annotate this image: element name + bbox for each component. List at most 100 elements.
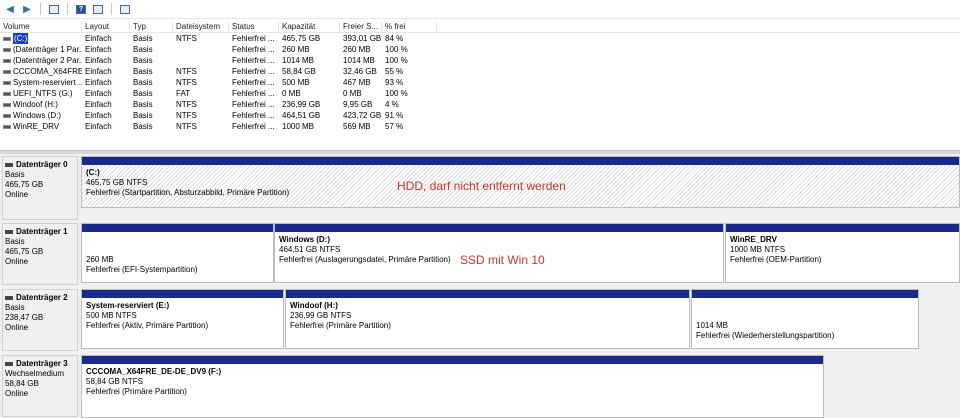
dateisystem-cell: NTFS xyxy=(176,78,197,87)
column-header-volume[interactable]: Volume xyxy=(0,22,82,32)
properties-icon[interactable] xyxy=(47,2,61,16)
volume-row[interactable]: Windoof (H:) Einfach Basis NTFS Fehlerfrei .… xyxy=(0,99,960,110)
dateisystem-cell xyxy=(173,55,229,66)
toolbar-separator xyxy=(111,3,112,15)
volume-row[interactable]: (Datenträger 1 Par... Einfach Basis Fehlerf… xyxy=(0,44,960,55)
kapazitaet-cell: 1014 MB xyxy=(282,56,315,65)
volume-rows: (C:) Einfach Basis NTFS Fehlerfrei ... 465,75… xyxy=(0,33,960,132)
partition-system-reserved[interactable]: System-reserviert (E:) 500 MB NTFS Fehle… xyxy=(81,289,284,349)
partition-title xyxy=(86,235,269,245)
status-cell: Fehlerfrei ... xyxy=(232,111,275,120)
disk-0-info[interactable]: Datenträger 0 Basis 465,75 GB Online xyxy=(2,156,78,220)
partition-title: System-reserviert (E:) xyxy=(86,301,170,310)
status-cell: Fehlerfrei ... xyxy=(232,34,275,43)
column-header-typ[interactable]: Typ xyxy=(130,22,173,32)
back-icon[interactable]: ◀ xyxy=(3,2,17,16)
prozent-frei-cell: 100 % xyxy=(385,45,408,54)
disk-3-info[interactable]: Datenträger 3 Wechselmedium 58,84 GB Onl… xyxy=(2,355,78,417)
volume-row[interactable]: Windows (D:) Einfach Basis NTFS Fehlerfrei .… xyxy=(0,110,960,121)
help-icon[interactable]: ? xyxy=(74,2,88,16)
kapazitaet-cell: 464,51 GB xyxy=(282,111,321,120)
disk-map: Datenträger 0 Basis 465,75 GB Online (C:… xyxy=(0,154,960,418)
layout-cell: Einfach xyxy=(85,111,112,120)
status-cell: Fehlerfrei ... xyxy=(232,56,275,65)
status-cell: Fehlerfrei ... xyxy=(232,100,275,109)
disk-1-info[interactable]: Datenträger 1 Basis 465,75 GB Online xyxy=(2,223,78,285)
dateisystem-cell: NTFS xyxy=(176,34,197,43)
dateisystem-cell: NTFS xyxy=(176,100,197,109)
volume-name: WinRE_DRV xyxy=(0,121,82,132)
volume-name: (Datenträger 2 Par... xyxy=(0,55,82,66)
partition-windoof-h[interactable]: Windoof (H:) 236,99 GB NTFS Fehlerfrei (… xyxy=(285,289,690,349)
volume-row[interactable]: WinRE_DRV Einfach Basis NTFS Fehlerfrei ... 1… xyxy=(0,121,960,132)
typ-cell: Basis xyxy=(133,34,153,43)
partition-size: 260 MB xyxy=(86,255,114,264)
prozent-frei-cell: 84 % xyxy=(385,34,404,43)
column-header-prozent-frei[interactable]: % frei xyxy=(382,22,437,32)
layout-cell: Einfach xyxy=(85,100,112,109)
volume-row[interactable]: (C:) Einfach Basis NTFS Fehlerfrei ... 465,75… xyxy=(0,33,960,44)
volume-label: System-reserviert ... xyxy=(13,78,82,87)
freier-speicher-cell: 423,72 GB xyxy=(343,111,382,120)
volume-name: Windoof (H:) xyxy=(0,99,82,110)
partition-size: 58,84 GB NTFS xyxy=(86,377,143,386)
partition-title: Windoof (H:) xyxy=(290,301,338,310)
list-icon[interactable] xyxy=(118,2,132,16)
disk-size: 58,84 GB xyxy=(5,379,39,388)
column-header-status[interactable]: Status xyxy=(229,22,279,32)
partition-size: 1000 MB NTFS xyxy=(730,245,786,254)
freier-speicher-cell: 260 MB xyxy=(343,45,371,54)
dateisystem-cell: FAT xyxy=(176,89,191,98)
partition-size: 1014 MB xyxy=(696,321,729,330)
view-icon[interactable] xyxy=(91,2,105,16)
prozent-frei-cell: 4 % xyxy=(385,100,399,109)
volume-list: Volume Layout Typ Dateisystem Status Kap… xyxy=(0,22,960,150)
partition-efi[interactable]: 260 MB Fehlerfrei (EFI-Systempartition) xyxy=(81,223,274,283)
partition-status: Fehlerfrei (OEM-Partition) xyxy=(730,255,822,264)
freier-speicher-cell: 569 MB xyxy=(343,122,371,131)
typ-cell: Basis xyxy=(133,45,153,54)
annotation-hdd: HDD, darf nicht entfernt werden xyxy=(397,179,566,193)
partition-size: 236,99 GB NTFS xyxy=(290,311,352,320)
freier-speicher-cell: 467 MB xyxy=(343,78,371,87)
prozent-frei-cell: 93 % xyxy=(385,78,404,87)
disk-2-info[interactable]: Datenträger 2 Basis 238,47 GB Online xyxy=(2,289,78,351)
status-cell: Fehlerfrei ... xyxy=(232,89,275,98)
column-header-dateisystem[interactable]: Dateisystem xyxy=(173,22,229,32)
forward-icon[interactable]: ▶ xyxy=(20,2,34,16)
partition-recovery[interactable]: 1014 MB Fehlerfrei (Wiederherstellungspa… xyxy=(691,289,919,349)
volume-icon xyxy=(3,124,11,129)
disk-type: Basis xyxy=(5,303,25,312)
partition-winre[interactable]: WinRE_DRV 1000 MB NTFS Fehlerfrei (OEM-P… xyxy=(725,223,960,283)
volume-row[interactable]: System-reserviert ... Einfach Basis NTFS Feh… xyxy=(0,77,960,88)
typ-cell: Basis xyxy=(133,67,153,76)
volume-icon xyxy=(3,58,11,63)
kapazitaet-cell: 500 MB xyxy=(282,78,310,87)
dateisystem-cell xyxy=(173,44,229,55)
dateisystem-cell: NTFS xyxy=(176,67,197,76)
volume-name: CCCOMA_X64FRE... xyxy=(0,66,82,77)
disk-icon xyxy=(5,230,13,234)
typ-cell: Basis xyxy=(133,111,153,120)
freier-speicher-cell: 32,46 GB xyxy=(343,67,377,76)
typ-cell: Basis xyxy=(133,89,153,98)
column-header-freier-speicher[interactable]: Freier S... xyxy=(340,22,382,32)
volume-row[interactable]: (Datenträger 2 Par... Einfach Basis Fehlerf… xyxy=(0,55,960,66)
column-header-layout[interactable]: Layout xyxy=(82,22,130,32)
freier-speicher-cell: 1014 MB xyxy=(343,56,376,65)
prozent-frei-cell: 57 % xyxy=(385,122,404,131)
partition-cccoma-f[interactable]: CCCOMA_X64FRE_DE-DE_DV9 (F:) 58,84 GB NT… xyxy=(81,355,824,418)
volume-label: (C:) xyxy=(13,33,29,44)
column-header-kapazitaet[interactable]: Kapazität xyxy=(279,22,340,32)
volume-icon xyxy=(3,80,11,85)
volume-row[interactable]: CCCOMA_X64FRE...Einfach Basis NTFS Fehlerfr… xyxy=(0,66,960,77)
volume-label: Windoof (H:) xyxy=(13,100,58,109)
volume-row[interactable]: UEFI_NTFS (G:) Einfach Basis FAT Fehlerfrei … xyxy=(0,88,960,99)
volume-label: Windows (D:) xyxy=(13,111,62,120)
disk-state: Online xyxy=(5,389,29,398)
prozent-frei-cell: 100 % xyxy=(385,56,408,65)
disk-state: Online xyxy=(5,190,29,199)
prozent-frei-cell: 100 % xyxy=(385,89,408,98)
partition-status: Fehlerfrei (Primäre Partition) xyxy=(290,321,391,330)
disk-type: Basis xyxy=(5,237,25,246)
